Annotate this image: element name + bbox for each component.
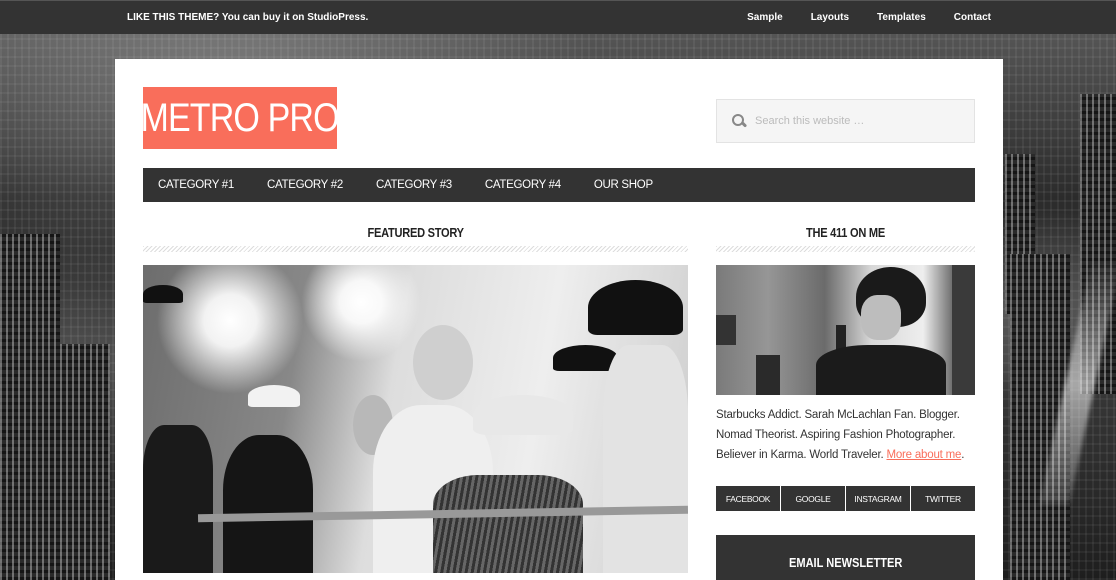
newsletter-title-text: EMAIL NEWSLETTER [788,555,903,570]
title-divider [143,246,688,252]
top-nav: Sample Layouts Templates Contact [719,12,991,23]
about-title-text: THE 411 ON ME [806,225,885,240]
bio-end: . [961,449,965,461]
bio-text: Starbucks Addict. Sarah McLachlan Fan. B… [716,405,981,465]
top-nav-templates[interactable]: Templates [877,12,926,23]
newsletter-title: EMAIL NEWSLETTER [716,555,975,570]
nav-our-shop[interactable]: OUR SHOP [594,179,653,191]
search-box[interactable] [716,99,975,143]
nav-category-2[interactable]: CATEGORY #2 [267,179,343,191]
top-nav-layouts[interactable]: Layouts [811,12,849,23]
site-logo-text: METRO PRO [140,95,340,140]
top-nav-contact[interactable]: Contact [954,12,991,23]
title-divider [716,246,975,252]
featured-story-image[interactable] [143,265,688,573]
search-input[interactable] [755,115,955,127]
social-links: FACEBOOK GOOGLE INSTAGRAM TWITTER [716,486,975,511]
email-newsletter-widget: EMAIL NEWSLETTER [716,535,975,580]
social-instagram-button[interactable]: INSTAGRAM [846,486,910,511]
more-about-me-link[interactable]: More about me [886,449,961,461]
site-container: METRO PRO CATEGORY #1 CATEGORY #2 CATEGO… [115,59,1003,580]
top-bar: LIKE THIS THEME? You can buy it on Studi… [0,0,1116,34]
top-nav-sample[interactable]: Sample [747,12,783,23]
about-title: THE 411 ON ME [716,225,975,240]
featured-story-title: FEATURED STORY [143,225,688,240]
promo-text[interactable]: LIKE THIS THEME? You can buy it on Studi… [127,12,368,23]
main-nav: CATEGORY #1 CATEGORY #2 CATEGORY #3 CATE… [143,168,975,202]
site-logo[interactable]: METRO PRO [140,87,340,149]
nav-category-3[interactable]: CATEGORY #3 [376,179,452,191]
featured-story-title-text: FEATURED STORY [367,225,464,240]
social-twitter-button[interactable]: TWITTER [911,486,975,511]
social-facebook-button[interactable]: FACEBOOK [716,486,780,511]
social-google-button[interactable]: GOOGLE [781,486,845,511]
nav-category-4[interactable]: CATEGORY #4 [485,179,561,191]
search-icon [731,113,747,129]
profile-image [716,265,975,395]
nav-category-1[interactable]: CATEGORY #1 [158,179,234,191]
